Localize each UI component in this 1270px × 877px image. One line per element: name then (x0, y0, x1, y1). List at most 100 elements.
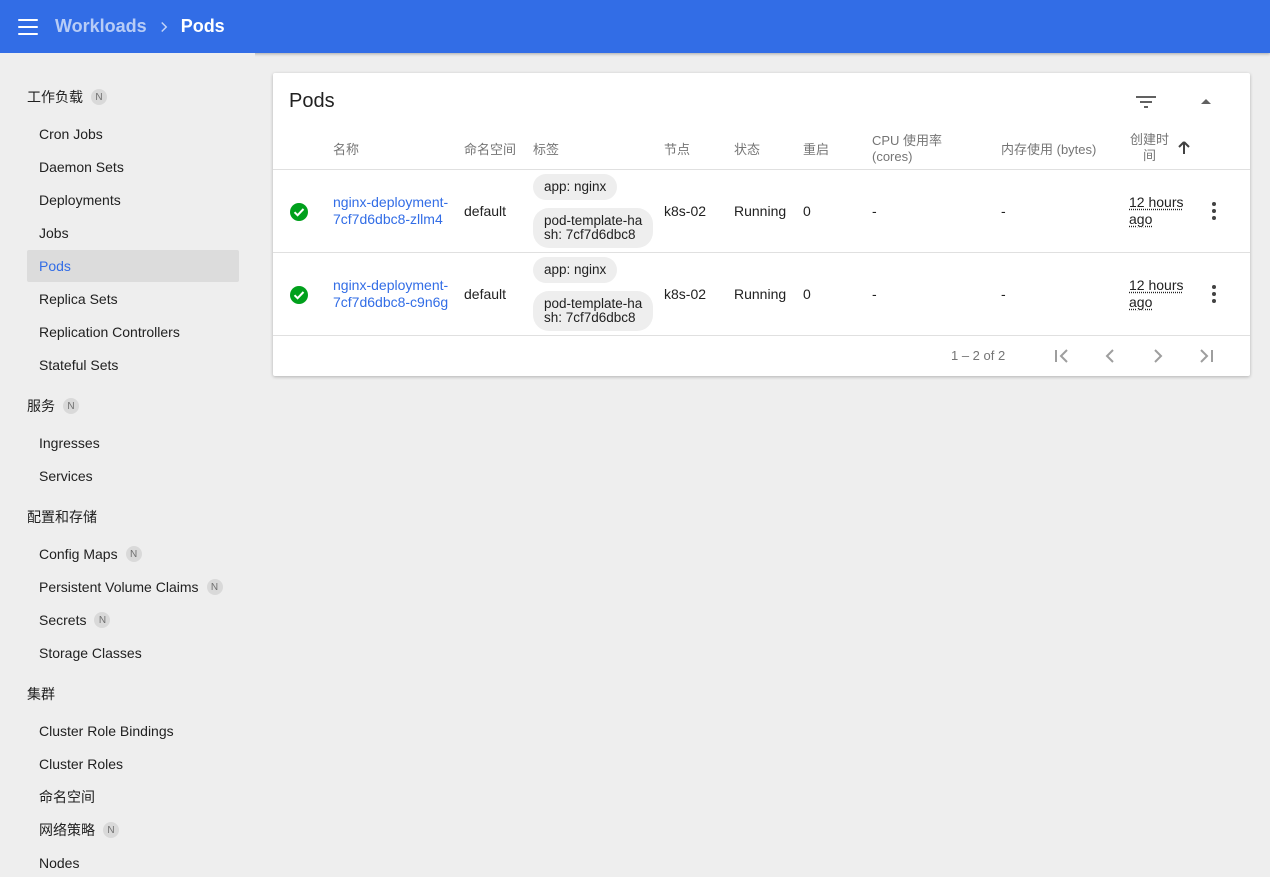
top-toolbar: Workloads Pods (0, 0, 1270, 53)
sidebar-section-label: 集群 (27, 684, 55, 704)
column-header-created[interactable]: 创建时 间 (1130, 132, 1169, 164)
namespace-badge: N (103, 822, 119, 838)
sidebar-item-secrets[interactable]: Secrets N (27, 604, 239, 636)
sidebar-section-label: 服务 (27, 396, 55, 416)
sidebar-item-cluster-role-bindings[interactable]: Cluster Role Bindings (27, 715, 239, 747)
namespace-badge: N (91, 89, 107, 105)
pod-name-link[interactable]: nginx-deployment- 7cf7d6dbc8-zllm4 (333, 194, 448, 228)
sidebar-section-label: 工作负载 (27, 87, 83, 107)
column-header-created-line1: 创建时 (1130, 132, 1169, 148)
column-header-restarts[interactable]: 重启 (803, 142, 829, 158)
sidebar-item-label: Persistent Volume Claims (39, 579, 199, 595)
sidebar-item-replication-controllers[interactable]: Replication Controllers (27, 316, 239, 348)
sidebar-section-config-storage[interactable]: 配置和存储 (27, 507, 97, 527)
breadcrumb-current: Pods (181, 16, 225, 37)
sort-arrow-up-icon[interactable] (1178, 141, 1190, 155)
column-header-memory: 内存使用 (bytes) (1001, 142, 1096, 158)
pod-restarts: 0 (803, 203, 811, 220)
sidebar-item-deployments[interactable]: Deployments (27, 184, 239, 216)
pod-cpu: - (872, 203, 877, 220)
sidebar-item-cron-jobs[interactable]: Cron Jobs (27, 118, 239, 150)
column-header-created-line2: 间 (1130, 148, 1169, 164)
filter-icon[interactable] (1135, 93, 1157, 111)
sidebar-section-services[interactable]: 服务 N (27, 396, 79, 416)
column-header-namespace[interactable]: 命名空间 (464, 142, 516, 158)
sidebar-item-pods[interactable]: Pods (27, 250, 239, 282)
pagination-range: 1 – 2 of 2 (951, 348, 1005, 363)
card-title: Pods (289, 90, 335, 113)
sidebar-item-label: Secrets (39, 612, 86, 628)
pod-age-line1: 12 hours (1129, 277, 1183, 294)
table-divider (273, 252, 1250, 253)
column-header-node[interactable]: 节点 (664, 142, 690, 158)
pod-memory: - (1001, 203, 1006, 220)
sidebar-item-namespaces[interactable]: 命名空间 (27, 781, 239, 813)
sidebar-item-replica-sets[interactable]: Replica Sets (27, 283, 239, 315)
pod-restarts: 0 (803, 286, 811, 303)
chevron-right-icon (155, 18, 173, 36)
column-header-cpu-line1: CPU 使用率 (872, 133, 942, 149)
label-chip: pod-template-ha sh: 7cf7d6dbc8 (533, 291, 653, 331)
more-vert-icon[interactable] (1211, 285, 1217, 303)
pod-age-line2: ago (1129, 294, 1183, 311)
pod-namespace: default (464, 203, 506, 220)
label-chip-line2: sh: 7cf7d6dbc8 (544, 228, 636, 242)
pod-age: 12 hours ago (1129, 194, 1183, 228)
sidebar-item-daemon-sets[interactable]: Daemon Sets (27, 151, 239, 183)
sidebar-item-label: 网络策略 (39, 820, 95, 840)
collapse-arrow-icon[interactable] (1197, 95, 1215, 109)
sidebar-item-nodes[interactable]: Nodes (27, 847, 239, 877)
sidebar-item-cluster-roles[interactable]: Cluster Roles (27, 748, 239, 780)
label-chip: app: nginx (533, 257, 617, 283)
pod-age: 12 hours ago (1129, 277, 1183, 311)
pods-card: Pods 名称 命名空间 标签 节点 状态 重启 CPU 使用率 (cores)… (273, 73, 1250, 376)
pod-name-line1: nginx-deployment- (333, 277, 448, 294)
pod-name-line2: 7cf7d6dbc8-c9n6g (333, 294, 448, 311)
namespace-badge: N (126, 546, 142, 562)
sidebar-section-cluster[interactable]: 集群 (27, 684, 55, 704)
label-chip: pod-template-ha sh: 7cf7d6dbc8 (533, 208, 653, 248)
pod-status: Running (734, 286, 786, 303)
label-chip-line1: pod-template-ha (544, 214, 642, 228)
pod-node: k8s-02 (664, 286, 706, 303)
namespace-badge: N (207, 579, 223, 595)
next-page-icon[interactable] (1148, 346, 1168, 366)
last-page-icon[interactable] (1196, 346, 1216, 366)
pod-node: k8s-02 (664, 203, 706, 220)
column-header-name[interactable]: 名称 (333, 142, 359, 158)
namespace-badge: N (63, 398, 79, 414)
table-divider (273, 335, 1250, 336)
sidebar-item-persistent-volume-claims[interactable]: Persistent Volume Claims N (27, 571, 239, 603)
pod-name-link[interactable]: nginx-deployment- 7cf7d6dbc8-c9n6g (333, 277, 448, 311)
pod-memory: - (1001, 286, 1006, 303)
namespace-badge: N (94, 612, 110, 628)
sidebar-item-config-maps[interactable]: Config Maps N (27, 538, 239, 570)
check-circle-icon (290, 203, 308, 221)
pod-age-line1: 12 hours (1129, 194, 1183, 211)
sidebar-section-label: 配置和存储 (27, 507, 97, 527)
pod-namespace: default (464, 286, 506, 303)
menu-icon[interactable] (18, 19, 38, 35)
sidebar-item-label: Config Maps (39, 546, 118, 562)
pod-name-line2: 7cf7d6dbc8-zllm4 (333, 211, 448, 228)
sidebar: 工作负载 N Cron Jobs Daemon Sets Deployments… (0, 53, 255, 877)
previous-page-icon[interactable] (1100, 346, 1120, 366)
sidebar-section-workloads[interactable]: 工作负载 N (27, 87, 107, 107)
sidebar-item-services[interactable]: Services (27, 460, 239, 492)
column-header-cpu: CPU 使用率 (cores) (872, 133, 942, 165)
pod-status: Running (734, 203, 786, 220)
breadcrumb-workloads[interactable]: Workloads (55, 16, 147, 37)
pod-cpu: - (872, 286, 877, 303)
sidebar-item-storage-classes[interactable]: Storage Classes (27, 637, 239, 669)
pod-name-line1: nginx-deployment- (333, 194, 448, 211)
label-chip: app: nginx (533, 174, 617, 200)
pod-age-line2: ago (1129, 211, 1183, 228)
column-header-status[interactable]: 状态 (734, 142, 760, 158)
first-page-icon[interactable] (1052, 346, 1072, 366)
sidebar-item-network-policies[interactable]: 网络策略 N (27, 814, 239, 846)
sidebar-item-stateful-sets[interactable]: Stateful Sets (27, 349, 239, 381)
more-vert-icon[interactable] (1211, 202, 1217, 220)
sidebar-item-ingresses[interactable]: Ingresses (27, 427, 239, 459)
label-chip-line2: sh: 7cf7d6dbc8 (544, 311, 636, 325)
sidebar-item-jobs[interactable]: Jobs (27, 217, 239, 249)
